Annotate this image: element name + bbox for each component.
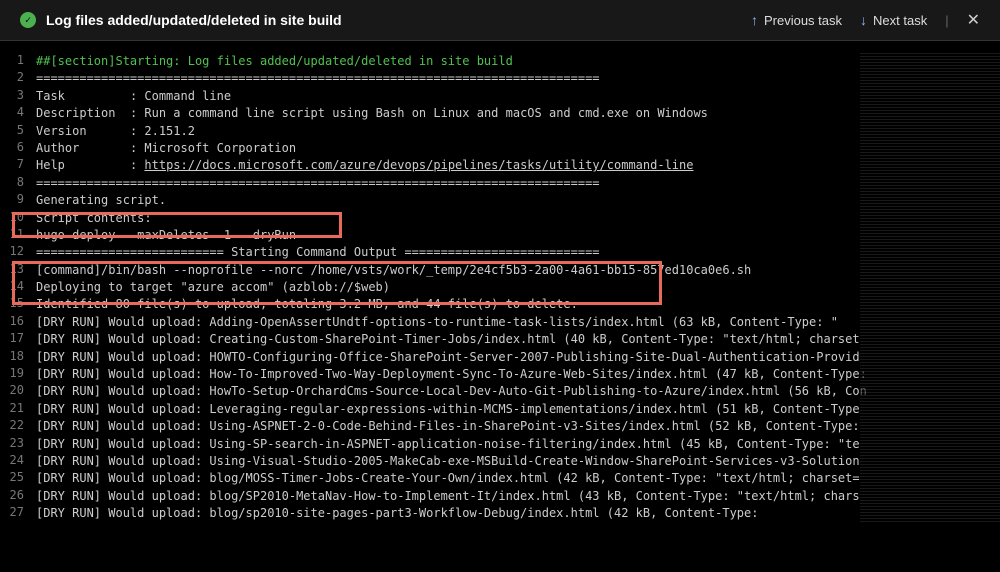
minimap-scrollbar[interactable] — [860, 53, 1000, 523]
log-line: ##[section]Starting: Log files added/upd… — [36, 53, 1000, 70]
log-line: [DRY RUN] Would upload: blog/SP2010-Meta… — [36, 488, 1000, 505]
check-icon: ✓ — [20, 12, 36, 28]
line-number: 8 — [0, 175, 36, 192]
log-line: [DRY RUN] Would upload: Using-ASPNET-2-0… — [36, 418, 1000, 435]
help-link[interactable]: https://docs.microsoft.com/azure/devops/… — [144, 158, 693, 172]
log-line: [DRY RUN] Would upload: Using-Visual-Stu… — [36, 453, 1000, 470]
header-left: ✓ Log files added/updated/deleted in sit… — [20, 12, 342, 28]
log-viewer: 1##[section]Starting: Log files added/up… — [0, 41, 1000, 569]
line-number: 2 — [0, 70, 36, 87]
line-number: 27 — [0, 505, 36, 522]
line-number: 22 — [0, 418, 36, 435]
line-number: 9 — [0, 192, 36, 209]
arrow-up-icon: ↑ — [751, 12, 758, 28]
arrow-down-icon: ↓ — [860, 12, 867, 28]
header-nav: ↑ Previous task ↓ Next task | ✕ — [751, 10, 980, 30]
log-line: [DRY RUN] Would upload: Creating-Custom-… — [36, 331, 1000, 348]
log-line: [DRY RUN] Would upload: HowTo-Setup-Orch… — [36, 383, 1000, 400]
log-table: 1##[section]Starting: Log files added/up… — [0, 53, 1000, 523]
log-line: ========================================… — [36, 70, 1000, 87]
line-number: 7 — [0, 157, 36, 174]
page-title: Log files added/updated/deleted in site … — [46, 12, 342, 28]
line-number: 14 — [0, 279, 36, 296]
log-line: [DRY RUN] Would upload: blog/MOSS-Timer-… — [36, 470, 1000, 487]
line-number: 5 — [0, 123, 36, 140]
line-number: 24 — [0, 453, 36, 470]
log-line: Help : https://docs.microsoft.com/azure/… — [36, 157, 1000, 174]
next-task-label: Next task — [873, 13, 927, 28]
previous-task-link[interactable]: ↑ Previous task — [751, 12, 842, 28]
line-number: 19 — [0, 366, 36, 383]
log-line: Identified 80 file(s) to upload, totalin… — [36, 296, 1000, 313]
line-number: 25 — [0, 470, 36, 487]
log-line: ========================== Starting Comm… — [36, 244, 1000, 261]
line-number: 1 — [0, 53, 36, 70]
previous-task-label: Previous task — [764, 13, 842, 28]
log-line: [DRY RUN] Would upload: HOWTO-Configurin… — [36, 349, 1000, 366]
line-number: 20 — [0, 383, 36, 400]
log-line: [DRY RUN] Would upload: Using-SP-search-… — [36, 436, 1000, 453]
log-line: hugo deploy --maxDeletes -1 --dryRun — [36, 227, 1000, 244]
log-line: [DRY RUN] Would upload: Leveraging-regul… — [36, 401, 1000, 418]
log-line: [DRY RUN] Would upload: How-To-Improved-… — [36, 366, 1000, 383]
divider: | — [945, 13, 948, 28]
log-line: Version : 2.151.2 — [36, 123, 1000, 140]
line-number: 4 — [0, 105, 36, 122]
log-line: Generating script. — [36, 192, 1000, 209]
line-number: 16 — [0, 314, 36, 331]
log-line: Author : Microsoft Corporation — [36, 140, 1000, 157]
line-number: 21 — [0, 401, 36, 418]
log-line: Description : Run a command line script … — [36, 105, 1000, 122]
line-number: 11 — [0, 227, 36, 244]
line-number: 12 — [0, 244, 36, 261]
line-number: 3 — [0, 88, 36, 105]
line-number: 15 — [0, 296, 36, 313]
log-line: [command]/bin/bash --noprofile --norc /h… — [36, 262, 1000, 279]
log-line: [DRY RUN] Would upload: Adding-OpenAsser… — [36, 314, 1000, 331]
line-number: 18 — [0, 349, 36, 366]
line-number: 17 — [0, 331, 36, 348]
line-number: 13 — [0, 262, 36, 279]
log-line: Task : Command line — [36, 88, 1000, 105]
close-icon[interactable]: ✕ — [967, 10, 980, 30]
log-line: [DRY RUN] Would upload: blog/sp2010-site… — [36, 505, 1000, 522]
log-line: Script contents: — [36, 210, 1000, 227]
line-number: 10 — [0, 210, 36, 227]
line-number: 26 — [0, 488, 36, 505]
line-number: 6 — [0, 140, 36, 157]
log-line: Deploying to target "azure accom" (azblo… — [36, 279, 1000, 296]
line-number: 23 — [0, 436, 36, 453]
next-task-link[interactable]: ↓ Next task — [860, 12, 927, 28]
log-line: ========================================… — [36, 175, 1000, 192]
header: ✓ Log files added/updated/deleted in sit… — [0, 0, 1000, 41]
